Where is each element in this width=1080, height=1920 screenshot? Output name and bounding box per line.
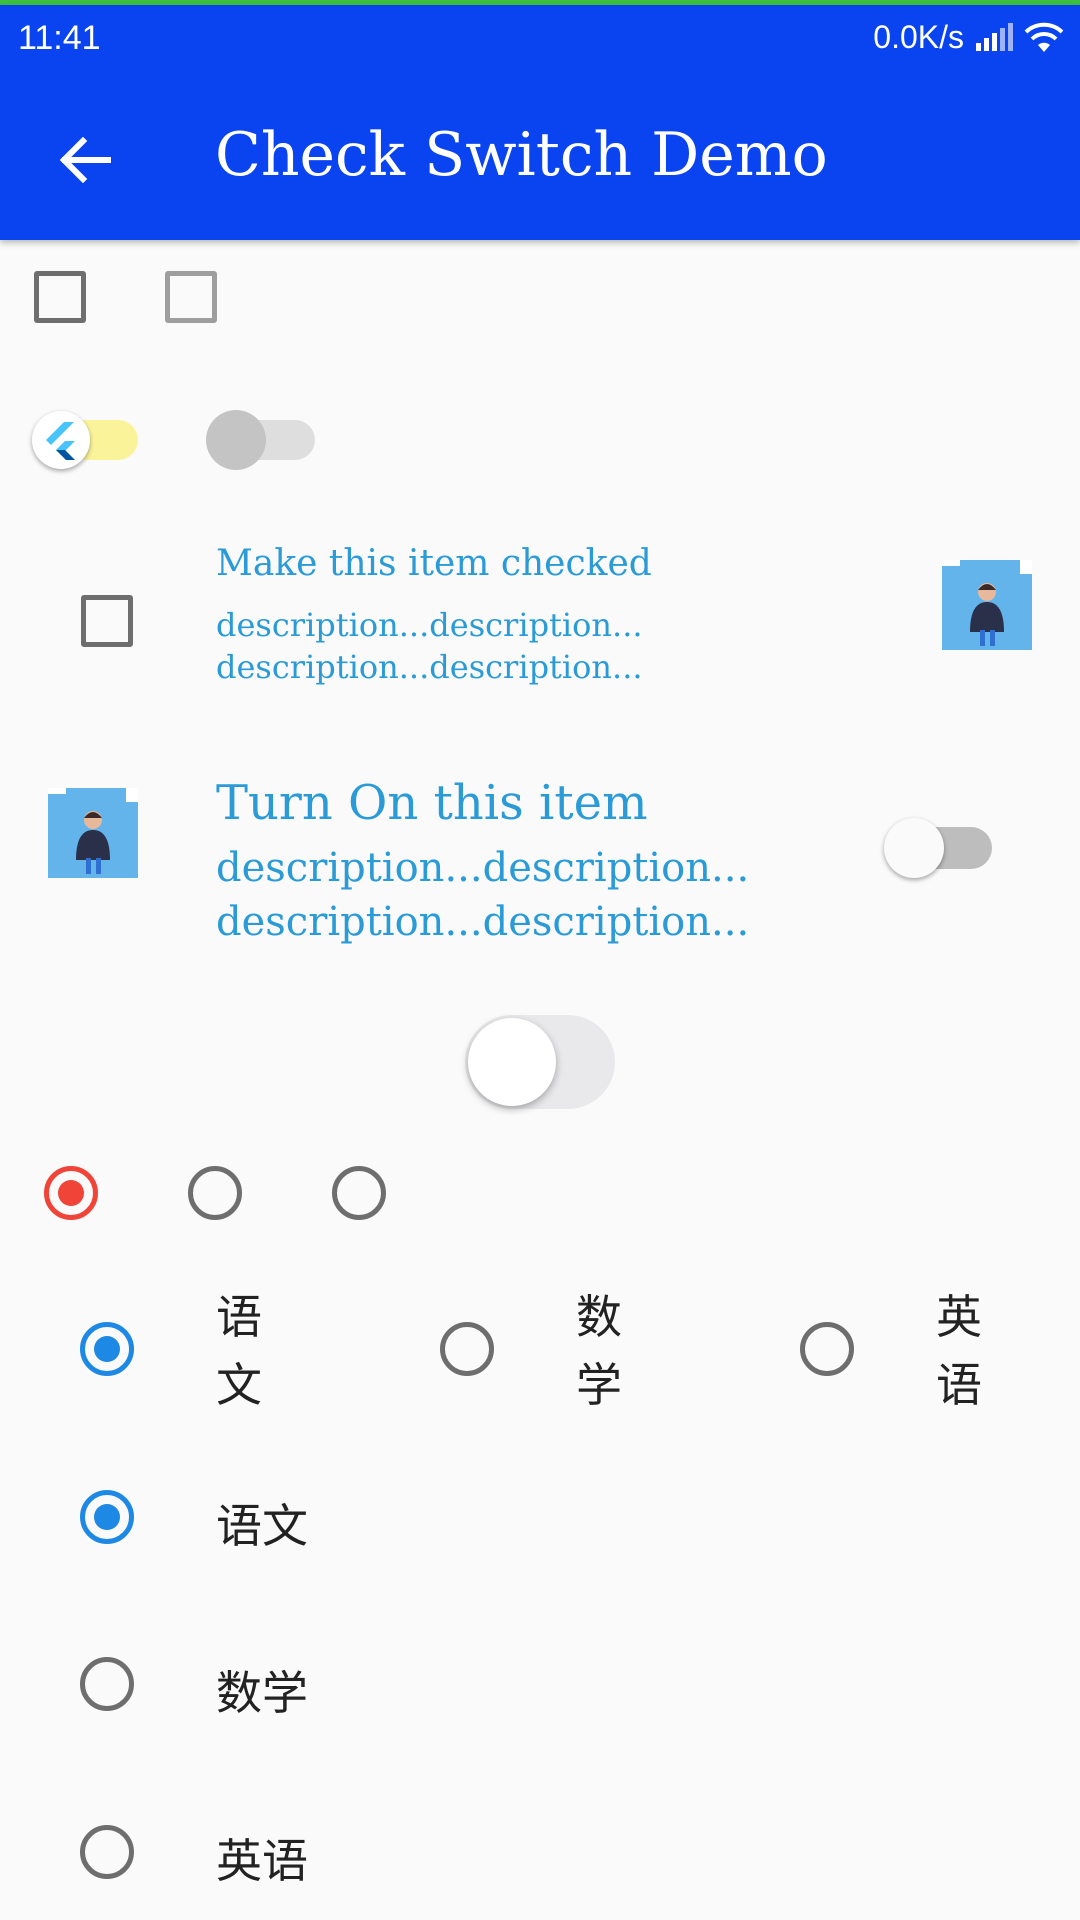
list-checkbox-title: Make this item checked (216, 543, 652, 584)
list-switch-subtitle-2: description...description... (216, 899, 750, 945)
cupertino-switch-thumb (468, 1018, 556, 1106)
avatar-image (942, 560, 1032, 650)
flutter-logo-icon (32, 411, 90, 469)
radio-top-2[interactable] (188, 1166, 242, 1220)
radio-list-label-2: 数学 (216, 1666, 308, 1720)
list-switch-thumb (884, 818, 944, 878)
arrow-left-icon (59, 137, 111, 183)
radio-row-3[interactable] (800, 1322, 854, 1376)
status-indicators: 0.0K/s (873, 19, 1064, 56)
radio-list-1[interactable] (80, 1490, 134, 1544)
list-switch-title: Turn On this item (216, 775, 648, 831)
radio-top-1[interactable] (44, 1166, 98, 1220)
back-button[interactable] (40, 115, 130, 205)
radio-row-2[interactable] (440, 1322, 494, 1376)
list-checkbox-subtitle-2: description...description... (216, 648, 643, 686)
radio-list-label-3: 英语 (216, 1834, 308, 1888)
wifi-icon (1024, 22, 1064, 52)
list-checkbox-subtitle-1: description...description... (216, 606, 643, 644)
radio-row-label-2: 数学 (576, 1290, 622, 1412)
switch-2-thumb (206, 410, 266, 470)
radio-list-3[interactable] (80, 1825, 134, 1879)
radio-list-2[interactable] (80, 1657, 134, 1711)
radio-row-1[interactable] (80, 1322, 134, 1376)
checkbox-2-disabled[interactable] (165, 271, 217, 323)
radio-row-label-3: 英语 (936, 1290, 982, 1412)
list-checkbox[interactable] (81, 595, 133, 647)
app-bar: 11:41 0.0K/s Check Switch Demo (0, 5, 1080, 240)
radio-list-label-1: 语文 (216, 1499, 308, 1553)
radio-top-3[interactable] (332, 1166, 386, 1220)
page-title: Check Switch Demo (215, 120, 828, 190)
radio-row-label-1: 语文 (216, 1290, 262, 1412)
network-speed: 0.0K/s (873, 19, 964, 55)
status-time: 11:41 (18, 19, 101, 57)
list-switch-subtitle-1: description...description... (216, 845, 750, 891)
signal-icon (976, 22, 1013, 51)
avatar-image (48, 788, 138, 878)
checkbox-1[interactable] (34, 271, 86, 323)
